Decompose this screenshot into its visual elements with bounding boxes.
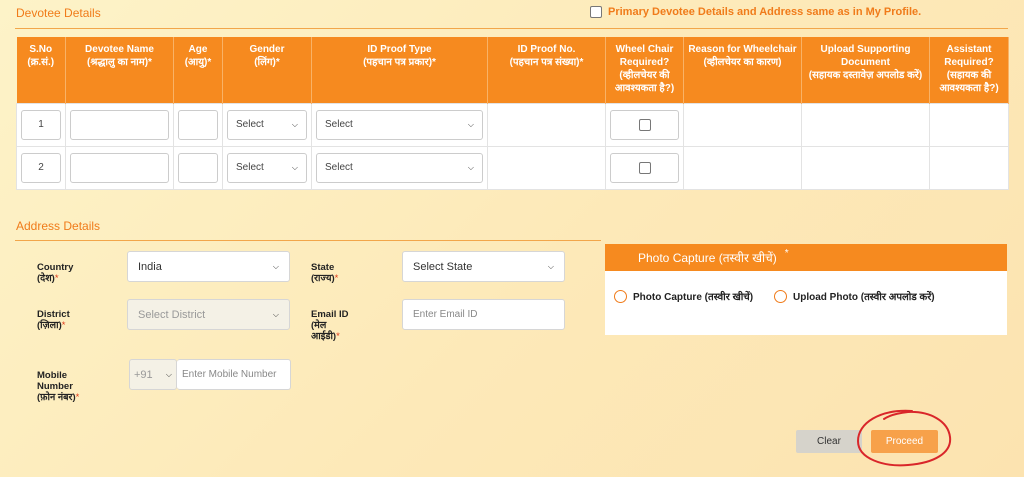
wheelchair-reason-cell [683, 145, 802, 190]
address-details-title: Address Details [16, 219, 101, 233]
col-sno: S.No (क्र.सं.) [16, 37, 66, 103]
photo-capture-radio[interactable] [614, 289, 627, 303]
age-input[interactable] [178, 152, 218, 183]
devotee-name-input[interactable] [70, 109, 169, 140]
col-id-proof-type: ID Proof Type (पहचान पत्र प्रकार)* [311, 37, 488, 103]
assistant-cell [929, 102, 1009, 147]
wheelchair-checkbox-wrap[interactable] [610, 152, 679, 183]
photo-capture-panel: Photo Capture (तस्वीर खीचें) * Photo Capt… [605, 244, 1007, 335]
chevron-down-icon: ⌵ [291, 119, 298, 129]
country-select[interactable]: India ⌵ [127, 251, 290, 282]
col-upload-document: Upload Supporting Document (सहायक दस्तावे… [801, 37, 930, 103]
wheelchair-checkbox-wrap[interactable] [610, 109, 679, 140]
col-wheelchair-reason: Reason for Wheelchair (व्हीलचेयर का कारण) [683, 37, 802, 103]
state-label: State (राज्य)* [311, 262, 339, 284]
photo-capture-header: Photo Capture (तस्वीर खीचें) * [605, 244, 1007, 271]
chevron-down-icon: ⌵ [291, 162, 298, 172]
devotee-table: S.No (क्र.सं.) Devotee Name (श्रद्धालु का … [16, 37, 1009, 190]
wheelchair-checkbox[interactable] [638, 161, 651, 174]
col-devotee-name: Devotee Name (श्रद्धालु का नाम)* [65, 37, 174, 103]
assistant-cell [929, 145, 1009, 190]
col-assistant: Assistant Required? (सहायक की आवश्यकता है… [929, 37, 1009, 103]
divider [15, 240, 601, 241]
photo-capture-option[interactable]: Photo Capture (तस्वीर खीचें) [614, 289, 753, 303]
upload-photo-option[interactable]: Upload Photo (तस्वीर अपलोड करें) [774, 289, 935, 303]
country-code-select[interactable]: +91 ⌵ [129, 359, 177, 390]
id-proof-type-select[interactable]: Select ⌵ [316, 152, 483, 183]
id-proof-no-cell[interactable] [487, 145, 606, 190]
table-row: 1 Select ⌵ Select ⌵ [16, 102, 1009, 147]
divider [15, 28, 1008, 29]
chevron-down-icon: ⌵ [165, 369, 172, 379]
chevron-down-icon: ⌵ [467, 119, 474, 129]
state-select[interactable]: Select State ⌵ [402, 251, 565, 282]
sno-field: 2 [21, 152, 61, 183]
district-select[interactable]: Select District ⌵ [127, 299, 290, 330]
email-label: Email ID (मेल आईडी)* [311, 309, 349, 342]
primary-devotee-checkbox[interactable] [590, 6, 602, 18]
mobile-number-input[interactable]: Enter Mobile Number [177, 359, 291, 390]
id-proof-type-select[interactable]: Select ⌵ [316, 109, 483, 140]
chevron-down-icon: ⌵ [272, 309, 279, 319]
col-wheelchair: Wheel Chair Required? (व्हीलचेयर की आवश्य… [605, 37, 684, 103]
upload-document-cell [801, 145, 930, 190]
gender-select[interactable]: Select ⌵ [227, 109, 307, 140]
table-header-row: S.No (क्र.सं.) Devotee Name (श्रद्धालु का … [16, 37, 1009, 103]
chevron-down-icon: ⌵ [272, 261, 279, 271]
devotee-name-input[interactable] [70, 152, 169, 183]
mobile-label: Mobile Number (फ़ोन नंबर)* [37, 370, 80, 403]
sno-field: 1 [21, 109, 61, 140]
wheelchair-reason-cell [683, 102, 802, 147]
country-label: Country (देश)* [37, 262, 74, 284]
annotation-circle [856, 409, 952, 467]
upload-photo-radio[interactable] [774, 289, 787, 303]
devotee-details-title: Devotee Details [16, 6, 101, 20]
id-proof-no-cell[interactable] [487, 102, 606, 147]
wheelchair-checkbox[interactable] [638, 118, 651, 131]
gender-select[interactable]: Select ⌵ [227, 152, 307, 183]
district-label: District (ज़िला)* [37, 309, 70, 331]
age-input[interactable] [178, 109, 218, 140]
col-id-proof-no: ID Proof No. (पहचान पत्र संख्या)* [487, 37, 606, 103]
email-input[interactable]: Enter Email ID [402, 299, 565, 330]
table-row: 2 Select ⌵ Select ⌵ [16, 145, 1009, 190]
primary-devotee-checkbox-row[interactable]: Primary Devotee Details and Address same… [590, 6, 921, 18]
upload-document-cell [801, 102, 930, 147]
col-age: Age (आयु)* [173, 37, 223, 103]
col-gender: Gender (लिंग)* [222, 37, 312, 103]
chevron-down-icon: ⌵ [467, 162, 474, 172]
primary-devotee-checkbox-label: Primary Devotee Details and Address same… [608, 6, 922, 18]
chevron-down-icon: ⌵ [547, 261, 554, 271]
